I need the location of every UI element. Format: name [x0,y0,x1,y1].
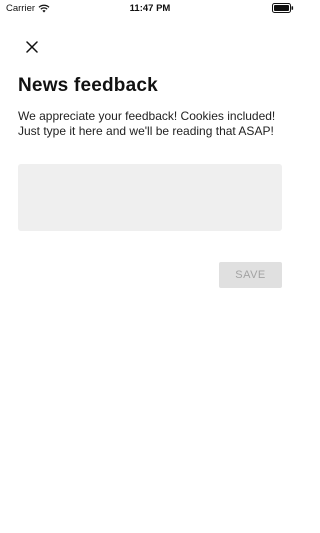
close-button[interactable] [22,37,42,57]
save-button[interactable]: SAVE [219,262,282,288]
page-title: News feedback [18,75,158,96]
battery-icon [272,3,294,13]
feedback-description: We appreciate your feedback! Cookies inc… [18,109,276,138]
feedback-input[interactable] [18,164,282,231]
status-time: 11:47 PM [129,3,171,14]
close-icon [26,41,38,53]
status-bar: Carrier 11:47 PM [0,0,300,16]
